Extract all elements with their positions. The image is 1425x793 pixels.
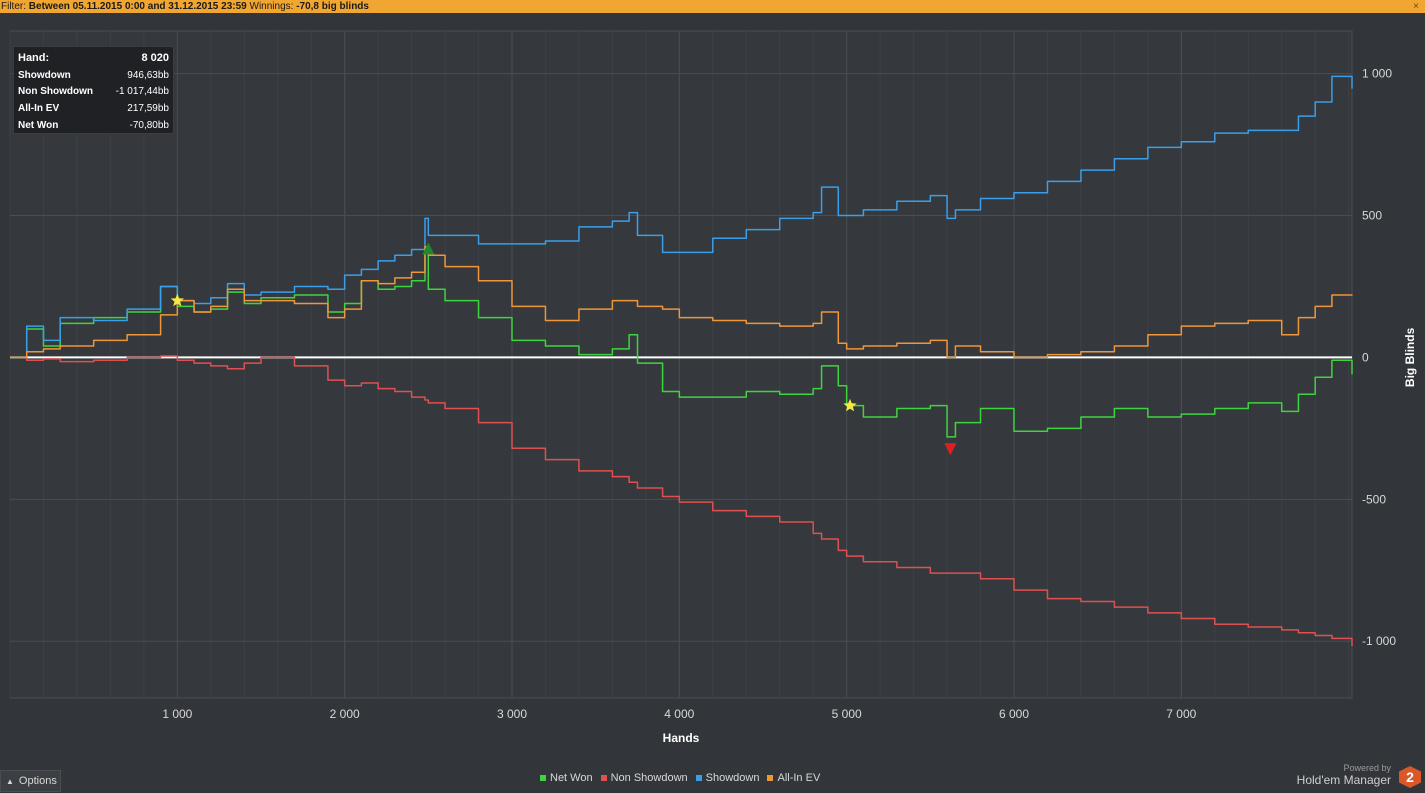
winnings-value: -70,8 big blinds [296,1,369,12]
stat-label: Non Showdown [18,86,93,98]
filter-bar: Filter: Between 05.11.2015 0:00 and 31.1… [0,0,1425,13]
chevron-up-icon: ▲ [6,776,14,786]
brand-name: Hold'em Manager [1296,773,1391,787]
legend-label: Non Showdown [610,772,688,784]
x-axis-label: Hands [663,731,700,745]
close-icon[interactable]: × [1413,0,1419,13]
x-tick-label: 1 000 [162,707,192,721]
hem-logo-icon: 2 [1399,766,1421,788]
legend-label: Net Won [550,772,593,784]
y-tick-label: 1 000 [1362,67,1392,81]
stat-row-showdown: Showdown 946,63bb [18,67,169,84]
stat-label: Net Won [18,120,59,132]
y-axis-label: Big Blinds [1403,327,1417,387]
x-tick-label: 5 000 [832,707,862,721]
legend-swatch [695,775,702,781]
powered-by-text: Powered by [1343,763,1391,773]
stat-row-net-won: Net Won -70,80bb [18,117,169,134]
y-tick-label: -1 000 [1362,634,1396,648]
stat-value: 946,63bb [127,69,169,81]
stat-value: 217,59bb [127,103,169,115]
legend-swatch [540,775,546,781]
legend-swatch [767,775,774,781]
stat-label: Showdown [18,69,71,81]
stats-panel: Hand: 8 020 Showdown 946,63bb Non Showdo… [13,46,174,134]
filter-range: Between 05.11.2015 0:00 and 31.12.2015 2… [28,1,247,12]
legend-item[interactable]: All-In EV [767,772,820,784]
winnings-label: Winnings: [249,1,294,12]
options-button[interactable]: ▲ Options [0,770,61,792]
y-tick-label: 0 [1362,350,1369,364]
filter-prefix: Filter: [1,1,26,12]
legend-item[interactable]: Net Won [540,772,593,784]
x-tick-label: 3 000 [497,707,527,721]
legend-label: Showdown [705,772,760,784]
legend-item[interactable]: Showdown [695,772,760,784]
x-tick-label: 4 000 [664,707,694,721]
stat-row-hands: Hand: 8 020 [18,50,169,67]
y-tick-label: -500 [1362,492,1386,506]
chart-legend: Net Won Non Showdown Showdown All-In EV [540,772,820,784]
brand-logo-block: Powered by Hold'em Manager 2 [1291,762,1421,792]
y-tick-label: 500 [1362,208,1382,222]
legend-swatch [600,775,607,781]
stat-value: 8 020 [141,52,169,65]
stat-label: Hand: [18,52,50,65]
stat-value: -70,80bb [129,120,169,132]
stat-row-allin-ev: All-In EV 217,59bb [18,100,169,117]
stat-value: -1 017,44bb [115,86,169,98]
graph-chart: 1 000 2 000 3 000 4 000 5 000 6 000 7 000 1 000… [9,30,1417,745]
options-label: Options [18,775,57,787]
chart-area: 1 000 2 000 3 000 4 000 5 000 6 000 7 000 1 000… [0,13,1425,793]
x-tick-label: 7 000 [1166,707,1196,721]
legend-label: All-In EV [777,772,821,784]
legend-item[interactable]: Non Showdown [600,772,688,784]
x-tick-label: 6 000 [999,707,1029,721]
stat-label: All-In EV [18,103,60,115]
stat-row-non-showdown: Non Showdown -1 017,44bb [18,84,169,101]
x-tick-label: 2 000 [330,707,360,721]
